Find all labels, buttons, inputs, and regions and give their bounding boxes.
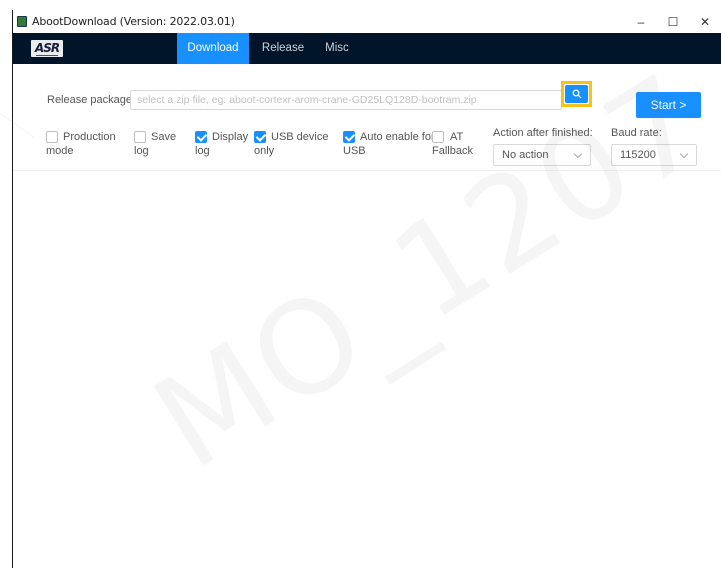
auto-enable-usb-checkbox[interactable] [343, 131, 355, 143]
start-button[interactable]: Start > [636, 92, 701, 118]
chevron-down-icon [573, 149, 583, 159]
save-log-label-2: log [134, 145, 149, 157]
chevron-down-icon [679, 149, 689, 159]
auto-enable-usb-label-2: USB [343, 145, 366, 157]
at-fallback-label-2: Fallback [432, 145, 473, 157]
tab-download[interactable]: Download [177, 33, 249, 64]
window-title: AbootDownload (Version: 2022.03.01) [32, 15, 235, 28]
baud-rate-value: 115200 [620, 149, 656, 161]
download-panel: Release package: Start > Production mode… [13, 64, 721, 568]
auto-enable-usb-label-1: Auto enable for [360, 131, 435, 143]
asr-logo: ASR [31, 40, 63, 57]
release-package-input[interactable] [131, 91, 561, 109]
close-button[interactable]: ✕ [689, 10, 721, 33]
action-after-finished-value: No action [502, 149, 549, 161]
production-mode-checkbox[interactable] [46, 131, 58, 143]
usb-device-only-label-1: USB device [271, 131, 329, 143]
window-controls: – ☐ ✕ [625, 10, 721, 33]
tab-misc[interactable]: Misc [318, 33, 356, 64]
production-mode-label-1: Production [63, 131, 116, 143]
display-log-label-1: Display [212, 131, 249, 143]
app-window: AbootDownload (Version: 2022.03.01) – ☐ … [12, 10, 721, 568]
save-log-checkbox[interactable] [134, 131, 146, 143]
logo-text: ASR [34, 40, 60, 55]
logo-underline [36, 54, 58, 56]
form-divider [13, 170, 721, 171]
usb-device-only-label-2: only [254, 145, 275, 157]
action-after-finished-select[interactable]: No action [493, 144, 591, 166]
minimize-button[interactable]: – [625, 10, 657, 33]
at-fallback-checkbox[interactable] [432, 131, 444, 143]
baud-rate-label: Baud rate: [611, 127, 662, 139]
app-icon [17, 16, 27, 27]
search-button-highlight [561, 81, 592, 107]
tab-release[interactable]: Release [253, 33, 313, 64]
title-bar: AbootDownload (Version: 2022.03.01) – ☐ … [13, 10, 721, 33]
baud-rate-select[interactable]: 115200 [611, 144, 697, 166]
at-fallback-label-1: AT [450, 131, 464, 143]
save-log-label-1: Save [151, 131, 177, 143]
top-nav: ASR Download Release Misc [13, 33, 721, 64]
maximize-button[interactable]: ☐ [657, 10, 689, 33]
release-package-field[interactable] [130, 90, 562, 110]
production-mode-label-2: mode [46, 145, 74, 157]
usb-device-only-checkbox[interactable] [254, 131, 266, 143]
display-log-checkbox[interactable] [195, 131, 207, 143]
display-log-label-2: log [195, 145, 210, 157]
release-package-label: Release package: [47, 94, 136, 106]
action-after-finished-label: Action after finished: [493, 127, 593, 139]
search-icon [572, 89, 581, 99]
search-button[interactable] [565, 85, 588, 103]
